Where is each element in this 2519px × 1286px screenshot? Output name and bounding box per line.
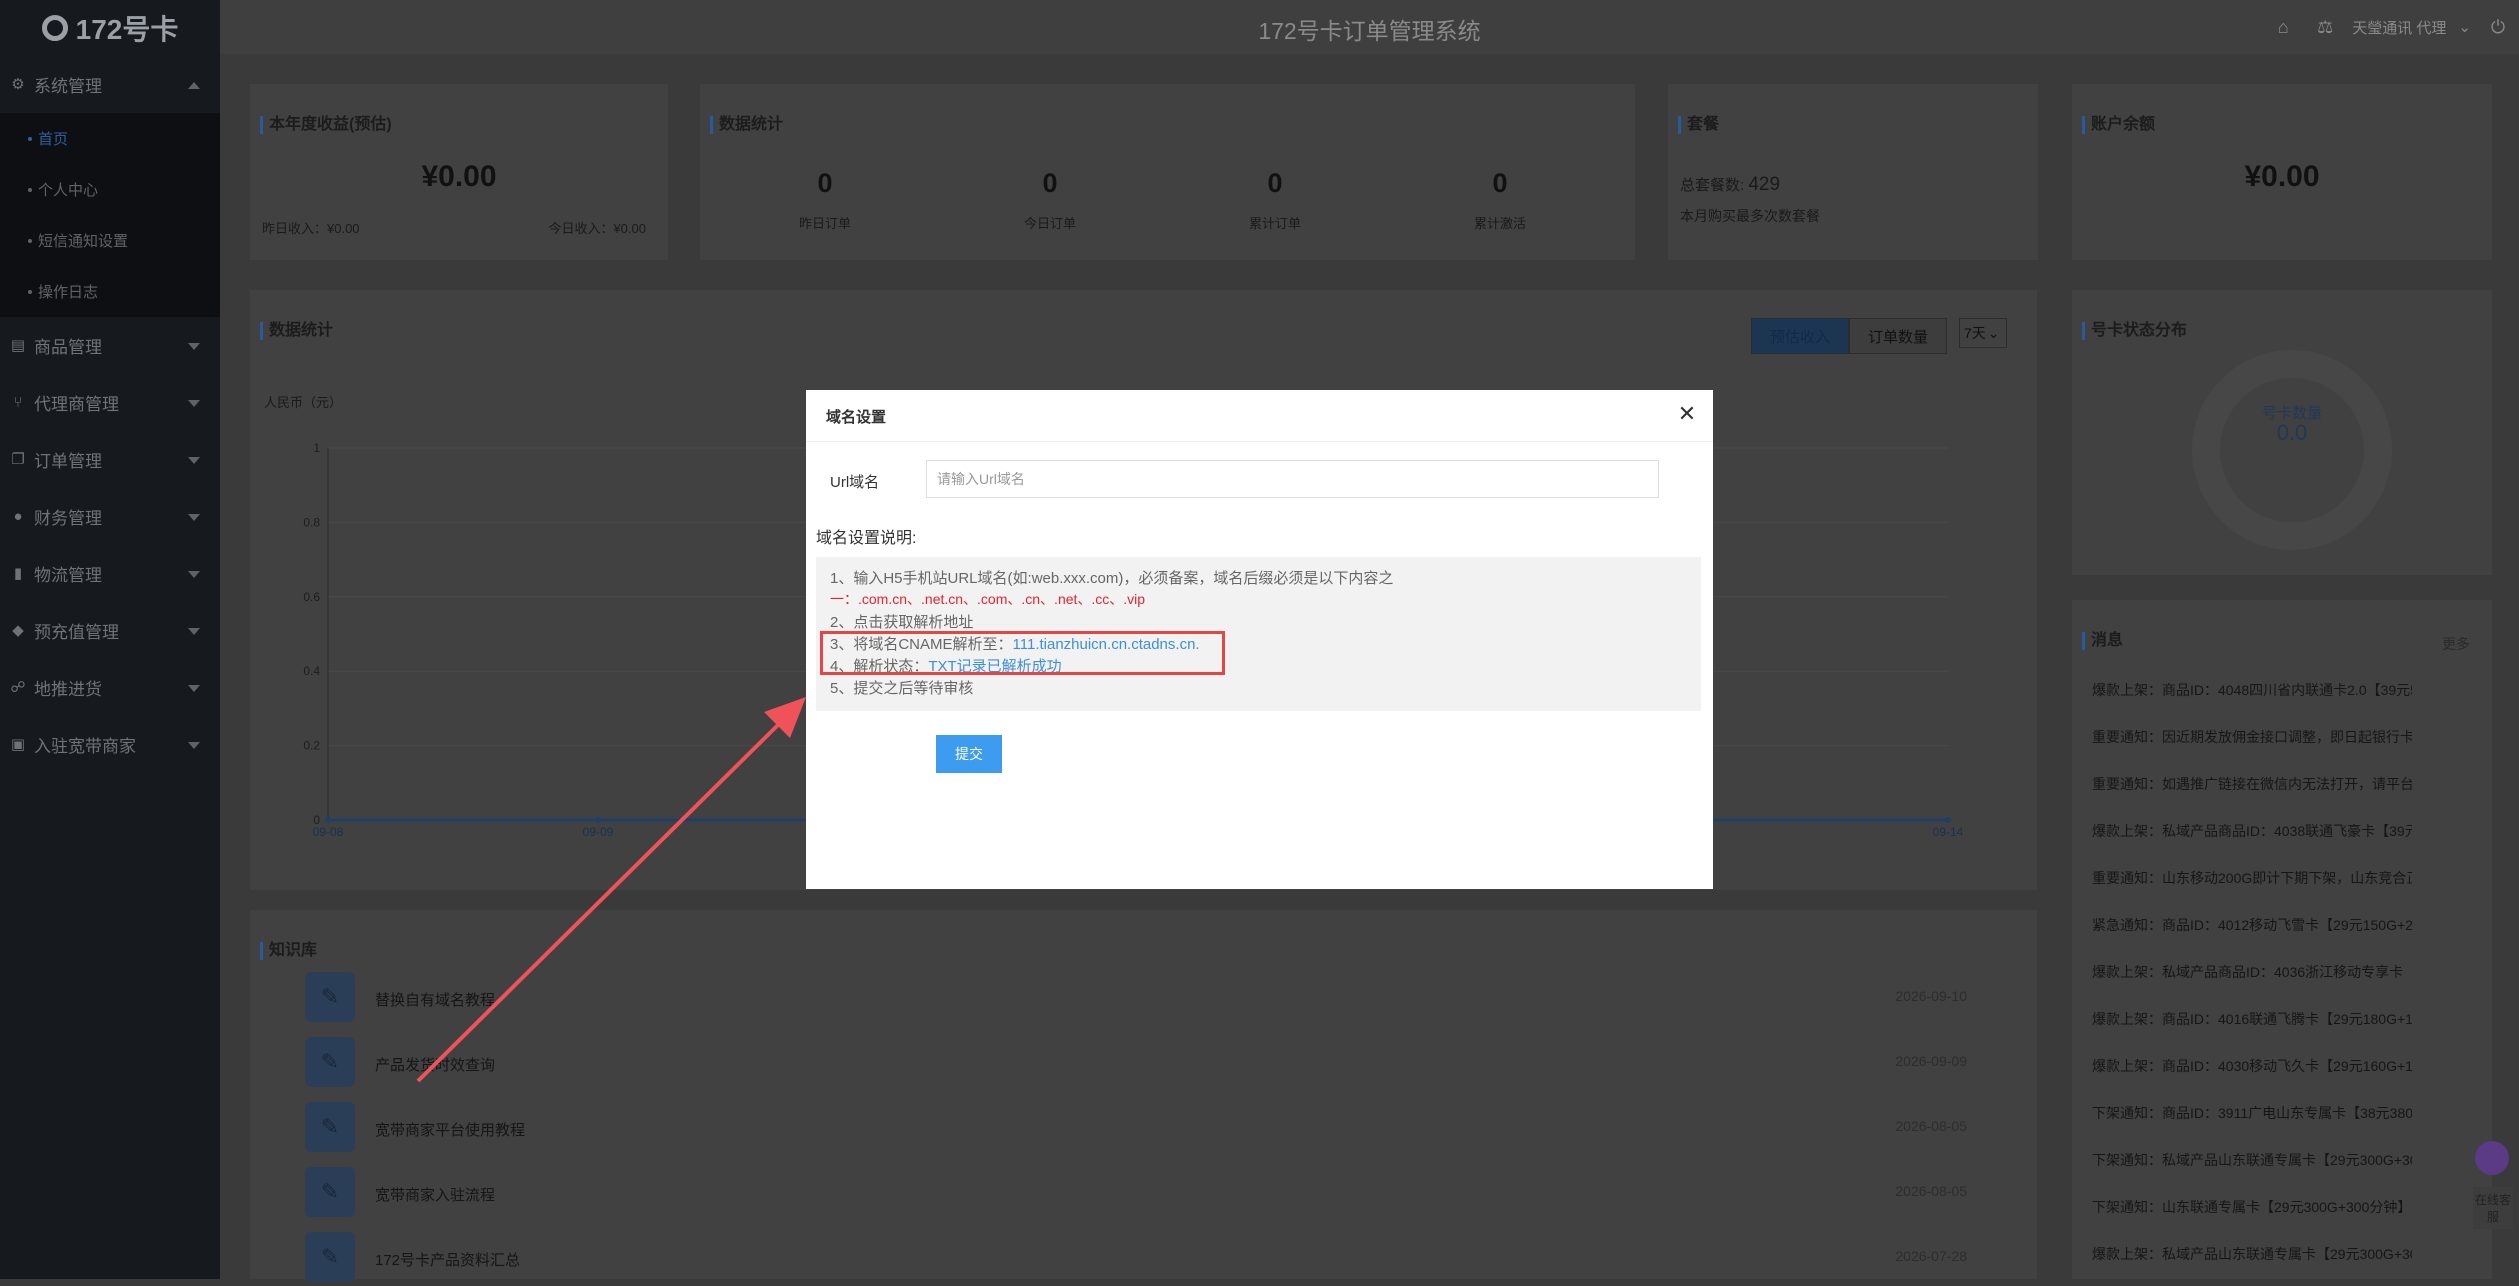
url-field-label: Url域名 xyxy=(830,474,880,491)
submit-button[interactable]: 提交 xyxy=(936,735,1002,773)
dialog-title: 域名设置 xyxy=(826,409,887,426)
suffix-list: .com.cn、.net.cn、.com、.cn、.net、.cc、.vip xyxy=(858,591,1146,607)
instruction-step-1: 1、输入H5手机站URL域名(如:web.xxx.com)，必须备案，域名后缀必… xyxy=(830,570,1394,587)
instruction-step-2: 2、点击获取解析地址 xyxy=(830,614,974,631)
instruction-step-1-suffixes: 一：.com.cn、.net.cn、.com、.cn、.net、.cc、.vip xyxy=(830,589,1145,609)
close-icon[interactable]: ✕ xyxy=(1675,402,1699,426)
highlight-box xyxy=(820,631,1225,675)
url-domain-input[interactable] xyxy=(926,460,1659,498)
instruction-step-5: 5、提交之后等待审核 xyxy=(830,680,974,697)
dialog-header: 域名设置 ✕ xyxy=(806,390,1713,442)
suffix-prefix: 一： xyxy=(830,591,858,607)
instructions-title: 域名设置说明: xyxy=(816,530,917,547)
domain-settings-dialog: 域名设置 ✕ Url域名 域名设置说明: 1、输入H5手机站URL域名(如:we… xyxy=(806,390,1713,889)
